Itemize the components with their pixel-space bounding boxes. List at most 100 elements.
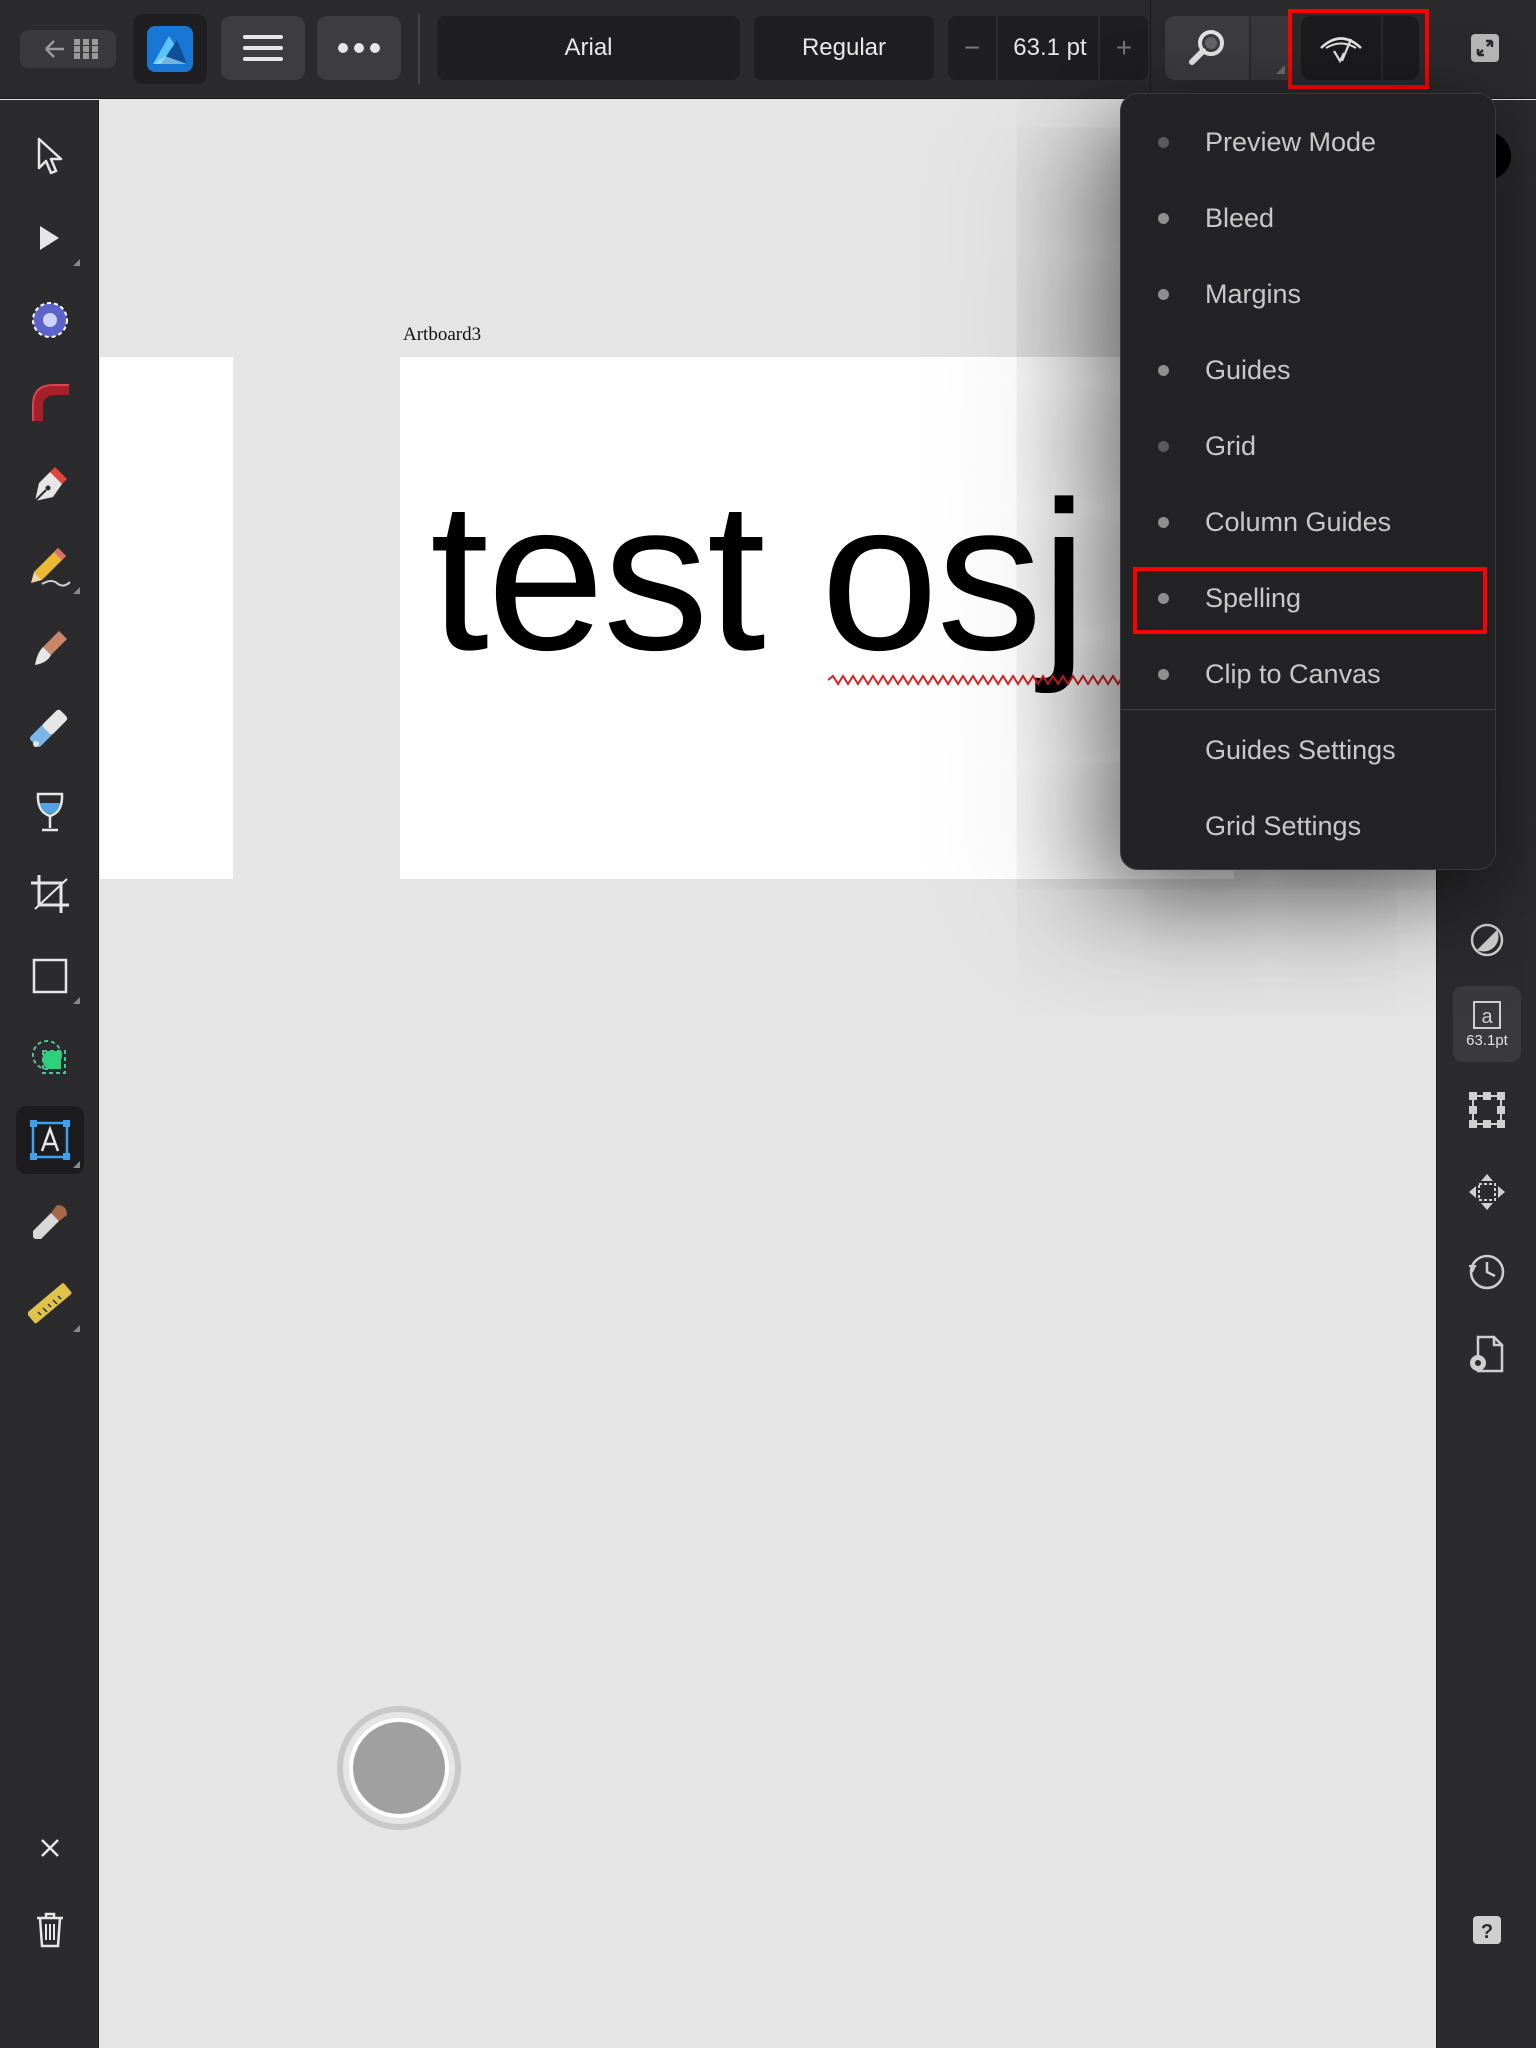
menu-item-label: Guides [1205, 354, 1291, 385]
menu-divider [1121, 709, 1495, 710]
menu-item-label: Preview Mode [1205, 126, 1377, 157]
back-grid-icon [45, 39, 98, 59]
font-size-value[interactable]: 63.1 pt [1000, 16, 1100, 80]
menu-item-label: Bleed [1205, 202, 1275, 233]
tool-flyout-indicator [73, 259, 80, 266]
svg-text:?: ? [1481, 1921, 1493, 1943]
fullscreen-button[interactable] [1453, 16, 1517, 80]
menu-item-label: Clip to Canvas [1205, 658, 1381, 689]
pencil-icon [31, 548, 71, 587]
color-picker-tool[interactable] [16, 1188, 84, 1256]
close-context-button[interactable] [16, 1814, 84, 1882]
character-studio-button[interactable]: a 63.1pt [1453, 986, 1521, 1062]
more-options-button[interactable] [317, 16, 401, 80]
menu-item-label: Spelling [1205, 582, 1302, 613]
node-tool[interactable] [16, 204, 84, 272]
affinity-designer-logo-icon [147, 26, 193, 72]
help-icon: ? [1473, 1916, 1501, 1944]
contour-tool[interactable] [16, 286, 84, 354]
toggle-indicator [1158, 593, 1169, 604]
view-mode-menu: Preview Mode Bleed Margins Guides Grid C… [1120, 93, 1496, 870]
crop-icon [31, 875, 69, 913]
help-button[interactable]: ? [1453, 1896, 1521, 1964]
toolbar-divider [418, 14, 420, 84]
tool-flyout-indicator [73, 1325, 80, 1332]
close-icon [41, 1839, 59, 1857]
top-toolbar: Arial Regular − 63.1 pt + [0, 0, 1536, 99]
menu-item-grid-settings[interactable]: Grid Settings [1121, 788, 1495, 864]
crop-tool[interactable] [16, 860, 84, 928]
rectangle-icon [32, 958, 68, 994]
corner-curve-icon [32, 384, 69, 421]
measure-tool[interactable] [16, 1270, 84, 1338]
shape-builder-icon [32, 1040, 66, 1074]
pencil-tool[interactable] [16, 532, 84, 600]
rectangle-tool[interactable] [16, 942, 84, 1010]
affinity-designer-persona-button[interactable] [133, 14, 207, 84]
pen-nib-icon [34, 467, 67, 502]
ruler-icon [28, 1283, 72, 1324]
zoom-button[interactable] [1165, 16, 1249, 80]
artboard-label: Artboard3 [403, 324, 482, 345]
text-frame-icon [30, 1120, 70, 1160]
fullscreen-icon [1471, 34, 1499, 62]
hamburger-icon [243, 35, 283, 61]
transparency-tool[interactable] [16, 778, 84, 846]
vector-brush-tool[interactable] [16, 614, 84, 682]
back-to-documents-button[interactable] [20, 30, 116, 68]
pen-tool[interactable] [16, 450, 84, 518]
contour-icon [32, 302, 68, 338]
menu-item-label: Grid [1205, 430, 1257, 461]
menu-item-clip-to-canvas[interactable]: Clip to Canvas [1121, 636, 1495, 712]
toggle-indicator [1158, 441, 1169, 452]
menu-item-label: Grid Settings [1205, 810, 1362, 841]
document-settings-button[interactable] [1453, 1320, 1521, 1388]
magnifier-icon [1189, 30, 1224, 65]
artboard-previous[interactable] [100, 357, 233, 879]
menu-item-margins[interactable]: Margins [1121, 256, 1495, 332]
menu-item-guides-settings[interactable]: Guides Settings [1121, 712, 1495, 788]
character-icon: a [1473, 1000, 1501, 1029]
artistic-text-object[interactable]: test osj [430, 470, 1088, 682]
view-eye-slash-icon [1320, 37, 1362, 64]
character-size-label: 63.1pt [1466, 1031, 1508, 1049]
artistic-text-tool[interactable] [16, 1106, 84, 1174]
toggle-indicator [1158, 213, 1169, 224]
transform-icon [1469, 1092, 1505, 1128]
font-size-increase-button[interactable]: + [1098, 16, 1148, 80]
svg-text:a: a [1481, 1006, 1493, 1028]
navigator-studio-button[interactable] [1453, 1158, 1521, 1226]
shape-builder-tool[interactable] [16, 1024, 84, 1092]
fill-tool[interactable] [16, 696, 84, 764]
record-button-inner [349, 1718, 449, 1818]
record-button[interactable] [337, 1706, 461, 1830]
menu-item-column-guides[interactable]: Column Guides [1121, 484, 1495, 560]
menu-item-label: Margins [1205, 278, 1302, 309]
eyedropper-icon [33, 1205, 67, 1239]
gradient-fill-icon [29, 709, 68, 748]
menu-item-bleed[interactable]: Bleed [1121, 180, 1495, 256]
zoom-options-handle[interactable] [1251, 16, 1289, 80]
view-mode-options-handle[interactable] [1383, 16, 1419, 80]
appearance-icon [1470, 923, 1504, 957]
view-mode-button[interactable] [1301, 16, 1381, 80]
transform-studio-button[interactable] [1453, 1076, 1521, 1144]
font-style-field[interactable]: Regular [754, 16, 934, 80]
toggle-indicator [1158, 517, 1169, 528]
menu-item-spelling[interactable]: Spelling [1121, 560, 1495, 636]
corner-triangle [1276, 65, 1285, 74]
document-menu-button[interactable] [221, 16, 305, 80]
toolbar-divider-2 [1150, 0, 1151, 99]
menu-item-label: Guides Settings [1205, 734, 1396, 765]
menu-item-grid[interactable]: Grid [1121, 408, 1495, 484]
gradient-studio-button[interactable] [1453, 906, 1521, 974]
delete-button[interactable] [16, 1896, 84, 1964]
font-size-decrease-button[interactable]: − [948, 16, 998, 80]
corner-tool[interactable] [16, 368, 84, 436]
history-studio-button[interactable] [1453, 1238, 1521, 1306]
move-tool[interactable] [16, 122, 84, 190]
menu-item-preview-mode[interactable]: Preview Mode [1121, 104, 1495, 180]
toggle-indicator [1158, 289, 1169, 300]
menu-item-guides[interactable]: Guides [1121, 332, 1495, 408]
font-family-field[interactable]: Arial [437, 16, 740, 80]
